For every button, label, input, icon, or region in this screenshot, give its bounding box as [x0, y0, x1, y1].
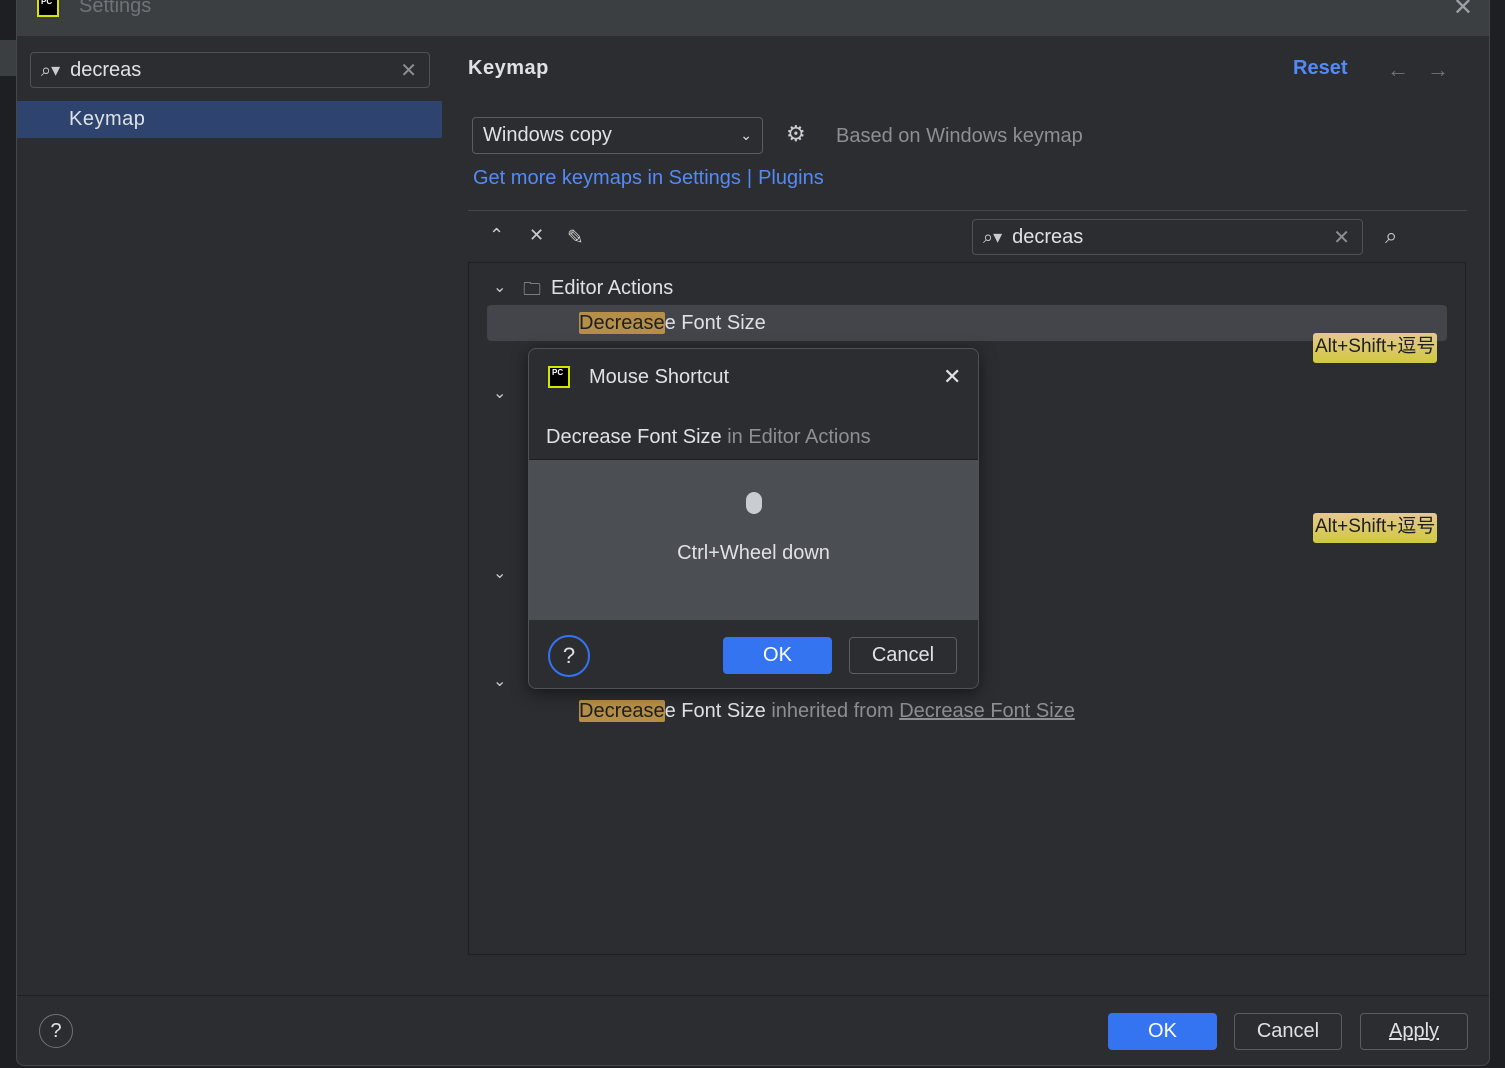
folder-icon: 🗀: [523, 279, 541, 299]
help-button[interactable]: ?: [548, 635, 590, 677]
expand-all-icon[interactable]: ⌃: [489, 225, 504, 246]
background-app-strip: [0, 40, 16, 76]
divider: [468, 210, 1467, 211]
collapse-all-icon[interactable]: ✕: [529, 225, 544, 246]
chevron-down-icon[interactable]: ⌄: [493, 671, 506, 691]
divider: [17, 995, 1489, 996]
tree-group-editor-actions[interactable]: Editor Actions: [551, 277, 673, 300]
forward-arrow-icon[interactable]: →: [1427, 57, 1449, 83]
title-bar: PC Settings ✕: [17, 0, 1489, 36]
close-window-icon[interactable]: ✕: [1453, 0, 1473, 22]
chevron-down-icon: ⌄: [740, 127, 752, 143]
dialog-ok-button[interactable]: OK: [723, 637, 832, 674]
tree-row-selected[interactable]: Decreasee Font Size: [487, 305, 1447, 341]
inherited-link[interactable]: Decrease Font Size: [899, 700, 1075, 722]
search-icon: ⌕▾: [983, 226, 1003, 247]
find-by-shortcut-icon[interactable]: ⌕: [1385, 223, 1397, 249]
settings-search-input[interactable]: ⌕▾ decreas ✕: [30, 52, 430, 88]
ok-button[interactable]: OK: [1108, 1013, 1217, 1050]
chevron-down-icon[interactable]: ⌄: [493, 383, 506, 403]
shortcut-capture-area[interactable]: Ctrl+Wheel down: [529, 459, 978, 620]
mouse-shortcut-dialog: PC Mouse Shortcut ✕ Decrease Font Size i…: [528, 348, 979, 689]
gear-icon[interactable]: ⚙: [786, 121, 806, 147]
window-title: Settings: [79, 0, 152, 17]
pycharm-logo-icon: PC: [37, 0, 59, 17]
clear-search-icon[interactable]: ✕: [400, 58, 417, 83]
dialog-title: Mouse Shortcut: [589, 366, 730, 388]
action-search-input[interactable]: ⌕▾ decreas ✕: [972, 219, 1363, 255]
close-icon[interactable]: ✕: [943, 364, 961, 390]
edit-icon[interactable]: ✎: [567, 225, 584, 250]
reset-link[interactable]: Reset: [1293, 57, 1347, 80]
search-icon: ⌕▾: [41, 59, 61, 80]
mouse-icon: [746, 492, 762, 514]
page-title: Keymap: [468, 57, 549, 79]
keymap-dropdown[interactable]: Windows copy ⌄: [472, 117, 763, 154]
dialog-cancel-button[interactable]: Cancel: [849, 637, 957, 674]
chevron-down-icon[interactable]: ⌄: [493, 277, 506, 297]
background-app-right: [1490, 0, 1505, 1068]
chevron-down-icon[interactable]: ⌄: [493, 563, 506, 583]
get-more-keymaps-link[interactable]: Get more keymaps in Settings: [473, 167, 741, 190]
help-button[interactable]: ?: [39, 1014, 73, 1048]
plugins-link[interactable]: Plugins: [758, 167, 824, 190]
pycharm-logo-icon: PC: [548, 366, 570, 388]
cancel-button[interactable]: Cancel: [1234, 1013, 1342, 1050]
dialog-action-name: Decrease Font Size: [546, 426, 722, 448]
clear-search-icon[interactable]: ✕: [1333, 225, 1350, 250]
sidebar-item-keymap[interactable]: Keymap: [17, 101, 442, 138]
apply-button[interactable]: Apply: [1360, 1013, 1468, 1050]
back-arrow-icon[interactable]: ←: [1387, 57, 1409, 83]
based-on-label: Based on Windows keymap: [836, 125, 1083, 147]
shortcut-text: Ctrl+Wheel down: [677, 542, 830, 564]
tree-row[interactable]: Decreasee Font Size inherited from Decre…: [579, 700, 1075, 723]
shortcut-badge: Alt+Shift+逗号: [1313, 333, 1438, 363]
shortcut-badge: Alt+Shift+逗号: [1313, 513, 1438, 543]
